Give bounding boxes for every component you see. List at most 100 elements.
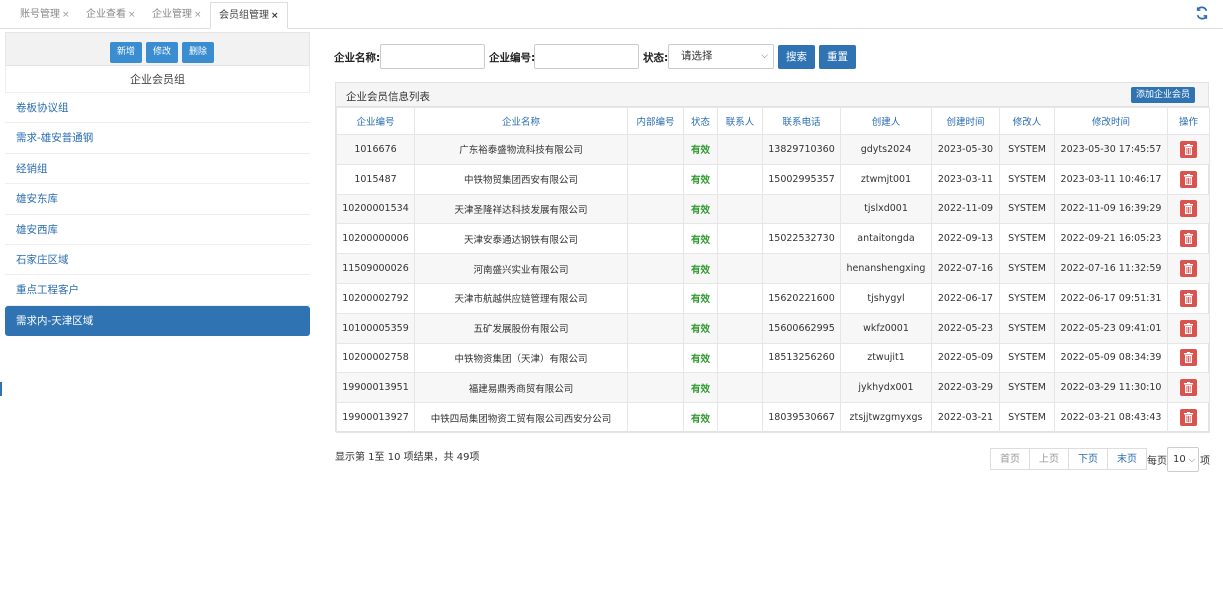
col-header: 操作 xyxy=(1167,107,1210,135)
group-item[interactable]: 石家庄区域 xyxy=(5,245,310,276)
phone-cell xyxy=(762,253,841,284)
delete-row-button[interactable] xyxy=(1180,200,1197,218)
col-header[interactable]: 创建时间 xyxy=(931,107,1000,135)
company-name-cell: 中铁四局集团物资工贸有限公司西安分公司 xyxy=(414,402,628,433)
edit-group-button[interactable]: 修改 xyxy=(146,42,178,63)
status-cell: 有效 xyxy=(683,253,718,284)
creator-cell: ztwmjt001 xyxy=(840,163,932,195)
action-cell xyxy=(1167,163,1210,195)
tab-company-management[interactable]: 企业管理 × xyxy=(152,2,202,28)
group-item[interactable]: 卷板协议组 xyxy=(5,93,310,124)
company-name-cell: 天津圣隆祥达科技发展有限公司 xyxy=(414,193,628,225)
creator-cell: ztsjjtwzgmyxgs xyxy=(840,402,932,433)
refresh-icon[interactable] xyxy=(1195,6,1209,20)
first-page-button[interactable]: 首页 xyxy=(990,448,1030,470)
delete-row-button[interactable] xyxy=(1180,349,1197,367)
tab-account-management[interactable]: 账号管理 × xyxy=(20,2,70,28)
modify-time-cell: 2022-11-09 16:39:29 xyxy=(1054,193,1168,225)
per-page-value: 10 xyxy=(1173,454,1186,465)
company-name-label: 企业名称: xyxy=(334,52,381,64)
tab-label: 会员组管理 xyxy=(219,10,269,21)
tab-member-group-management[interactable]: 会员组管理 × xyxy=(210,2,288,29)
delete-row-button[interactable] xyxy=(1180,379,1197,397)
delete-row-button[interactable] xyxy=(1180,409,1197,427)
col-header[interactable]: 创建人 xyxy=(840,107,932,135)
col-header[interactable]: 内部编号 xyxy=(627,107,684,135)
add-member-button[interactable]: 添加企业会员 xyxy=(1130,87,1195,103)
action-cell xyxy=(1167,223,1210,255)
company-code-cell: 10200000006 xyxy=(336,223,415,255)
table-row[interactable]: 1016676 广东裕泰盛物流科技有限公司 有效 13829710360 gdyts20… xyxy=(336,134,1210,165)
reset-button[interactable]: 重置 xyxy=(819,45,856,69)
delete-row-button[interactable] xyxy=(1180,289,1197,307)
contact-cell xyxy=(717,402,763,433)
group-item[interactable]: 雄安东库 xyxy=(5,184,310,215)
tab-label: 企业管理 xyxy=(152,9,192,20)
table-row[interactable]: 10200002758 中铁物资集团（天津）有限公司 有效 18513256260 zt… xyxy=(336,342,1210,374)
prev-page-button[interactable]: 上页 xyxy=(1029,448,1069,470)
company-code-input[interactable] xyxy=(534,44,639,69)
per-page-suffix: 项 xyxy=(1200,456,1210,467)
table-row[interactable]: 19900013951 福建易鼎秀商贸有限公司 有效 jykhydx001 2022-0… xyxy=(336,372,1210,404)
close-icon[interactable]: × xyxy=(271,11,279,21)
table-row[interactable]: 10100005359 五矿发展股份有限公司 有效 15600662995 wkfz00… xyxy=(336,312,1210,344)
per-page-select[interactable]: 10 ⌵ xyxy=(1167,447,1199,472)
tab-company-view[interactable]: 企业查看 × xyxy=(86,2,136,28)
table-row[interactable]: 11509000026 河南盛兴实业有限公司 有效 henanshengxing 202… xyxy=(336,253,1210,284)
creator-cell: tjslxd001 xyxy=(840,193,932,225)
group-item[interactable]: 重点工程客户 xyxy=(5,275,310,306)
col-header[interactable]: 企业编号 xyxy=(336,107,415,135)
col-header[interactable]: 修改时间 xyxy=(1054,107,1168,135)
modify-time-cell: 2022-03-29 11:30:10 xyxy=(1054,372,1168,404)
table-row[interactable]: 1015487 中铁物贸集团西安有限公司 有效 15002995357 ztwmjt00… xyxy=(336,163,1210,195)
delete-row-button[interactable] xyxy=(1180,230,1197,248)
internal-code-cell xyxy=(627,134,684,165)
col-header[interactable]: 企业名称 xyxy=(414,107,628,135)
col-header[interactable]: 修改人 xyxy=(999,107,1055,135)
modifier-cell: SYSTEM xyxy=(999,342,1055,374)
internal-code-cell xyxy=(627,282,684,314)
table-row[interactable]: 10200000006 天津安泰通达钢铁有限公司 有效 15022532730 anta… xyxy=(336,223,1210,255)
next-page-button[interactable]: 下页 xyxy=(1068,448,1108,470)
close-icon[interactable]: × xyxy=(62,10,70,20)
trash-icon xyxy=(1184,382,1193,394)
last-page-button[interactable]: 末页 xyxy=(1107,448,1147,470)
status-cell: 有效 xyxy=(683,402,718,433)
contact-cell xyxy=(717,134,763,165)
status-cell: 有效 xyxy=(683,312,718,344)
col-header[interactable]: 联系电话 xyxy=(762,107,841,135)
status-select-value: 请选择 xyxy=(681,50,713,62)
table-row[interactable]: 10200001534 天津圣隆祥达科技发展有限公司 有效 tjslxd001 2022… xyxy=(336,193,1210,225)
member-table-panel: 企业会员信息列表 添加企业会员 企业编号 企业名称 内部编号 状态 联系人 联系… xyxy=(335,82,1210,433)
action-cell xyxy=(1167,282,1210,314)
create-date-cell: 2022-11-09 xyxy=(931,193,1000,225)
col-header[interactable]: 状态 xyxy=(683,107,718,135)
col-header[interactable]: 联系人 xyxy=(717,107,763,135)
status-select[interactable]: 请选择 ⌵ xyxy=(668,44,774,69)
delete-group-button[interactable]: 删除 xyxy=(182,42,214,63)
creator-cell: jykhydx001 xyxy=(840,372,932,404)
group-item[interactable]: 经销组 xyxy=(5,154,310,185)
modify-time-cell: 2022-09-21 16:05:23 xyxy=(1054,223,1168,255)
table-row[interactable]: 19900013927 中铁四局集团物资工贸有限公司西安分公司 有效 18039530… xyxy=(336,402,1210,433)
action-cell xyxy=(1167,134,1210,165)
company-code-cell: 10200001534 xyxy=(336,193,415,225)
company-name-input[interactable] xyxy=(380,44,485,69)
modifier-cell: SYSTEM xyxy=(999,253,1055,284)
status-label: 状态: xyxy=(643,52,669,64)
delete-row-button[interactable] xyxy=(1180,319,1197,337)
table-row[interactable]: 10200002792 天津市航越供应链管理有限公司 有效 15620221600 tj… xyxy=(336,282,1210,314)
close-icon[interactable]: × xyxy=(194,10,202,20)
group-item-selected[interactable]: 需求内-天津区域 xyxy=(5,305,310,337)
group-item[interactable]: 需求-雄安普通钢 xyxy=(5,123,310,154)
delete-row-button[interactable] xyxy=(1180,140,1197,158)
group-item[interactable]: 雄安西库 xyxy=(5,215,310,245)
creator-cell: wkfz0001 xyxy=(840,312,932,344)
delete-row-button[interactable] xyxy=(1180,170,1197,188)
delete-row-button[interactable] xyxy=(1180,260,1197,278)
search-button[interactable]: 搜索 xyxy=(778,45,815,69)
phone-cell: 18039530667 xyxy=(762,402,841,433)
status-cell: 有效 xyxy=(683,342,718,374)
add-group-button[interactable]: 新增 xyxy=(110,42,142,63)
close-icon[interactable]: × xyxy=(128,10,136,20)
